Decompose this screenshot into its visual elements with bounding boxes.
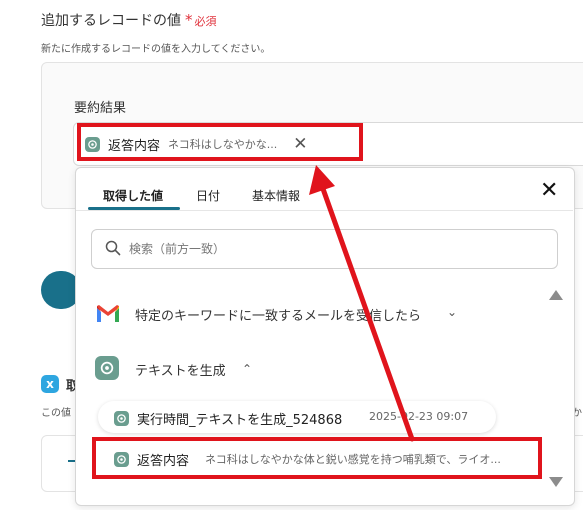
- annotation-arrow: [309, 165, 415, 442]
